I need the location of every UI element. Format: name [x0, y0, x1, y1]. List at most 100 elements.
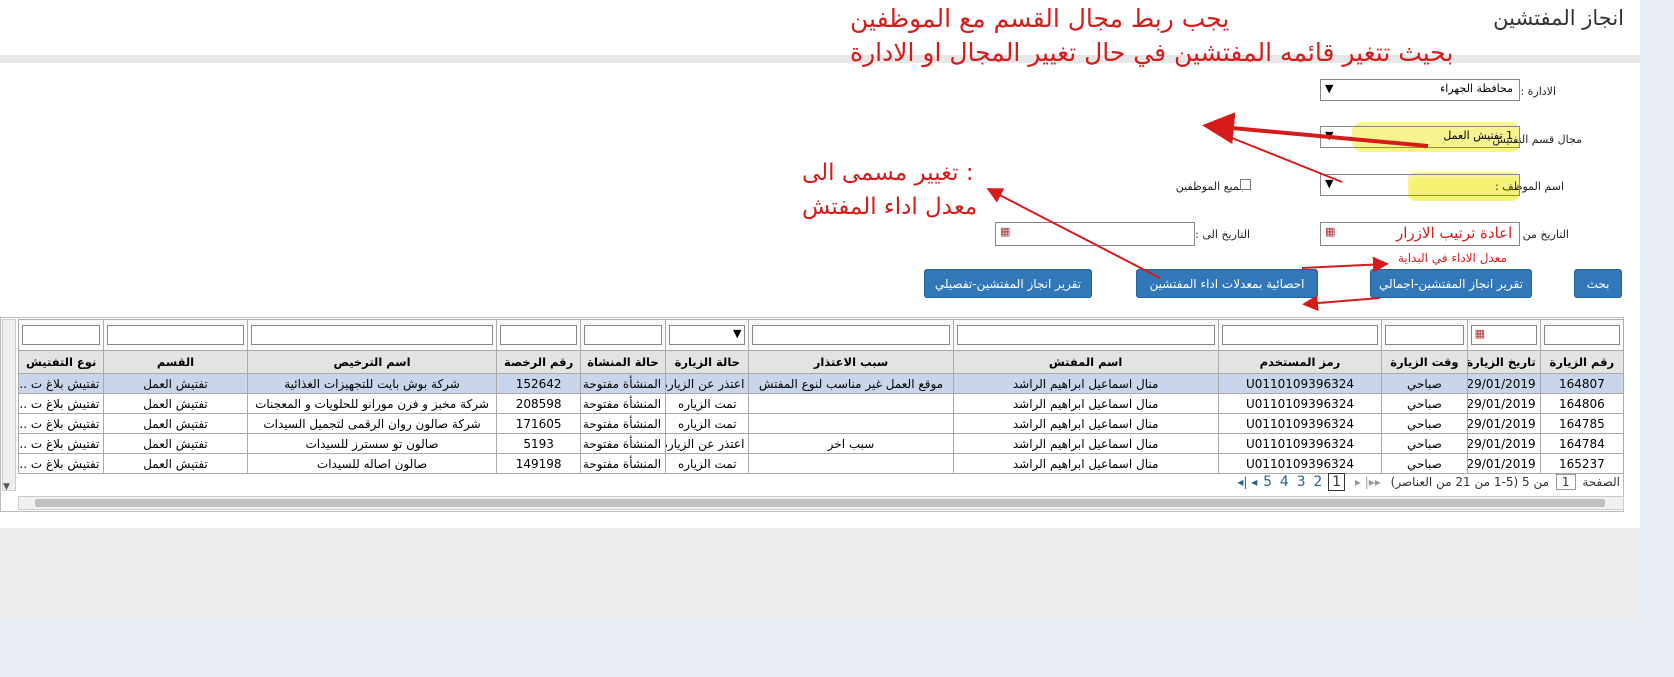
filter-cell[interactable]	[1539, 319, 1625, 351]
filter-cell[interactable]	[579, 319, 667, 351]
column-header[interactable]: تاريخ الزيارة	[1466, 350, 1541, 374]
filter-cell[interactable]	[748, 319, 954, 351]
filter-cell[interactable]	[103, 319, 248, 351]
column-header[interactable]: رقم الرخصة	[496, 350, 581, 374]
cell: تفتيش العمل	[103, 373, 248, 394]
cell: شركة مخبز و فرن مورانو للحلويات و المعجن…	[246, 393, 498, 414]
cell: 29/01/2019	[1466, 433, 1541, 454]
filter-cell[interactable]	[496, 319, 581, 351]
cell: U0110109396324	[1217, 393, 1383, 414]
cell: U0110109396324	[1217, 453, 1383, 474]
column-header[interactable]: حالة الزيارة	[665, 350, 750, 374]
cell: شركة بوش بايت للتجهيزات الغذائية	[246, 373, 498, 394]
cell	[748, 393, 954, 414]
cell: 171605	[496, 413, 581, 434]
cell: 29/01/2019	[1466, 413, 1541, 434]
cell: تفتيش العمل	[103, 393, 248, 414]
cell: شركة صالون روان الرقمى لتجميل السيدات	[246, 413, 498, 434]
horizontal-scrollbar[interactable]	[18, 496, 1624, 510]
next-page-icons[interactable]: ▸▸| ▸	[1355, 475, 1381, 489]
table-row[interactable]: 164807 29/01/2019 صباحي U0110109396324 منال …	[17, 373, 1625, 394]
column-header[interactable]: رقم الزيارة	[1539, 350, 1625, 374]
cell: تمت الزياره	[665, 413, 750, 434]
pager: الصفحة 1 من 5 (5-1 من 21 من العناصر) ▸▸|…	[1237, 473, 1620, 491]
filter-cell[interactable]	[1381, 319, 1468, 351]
cell: منال اسماعيل ابراهيم الراشد	[952, 393, 1219, 414]
page-link[interactable]: 4	[1280, 474, 1289, 490]
cell: 5193	[496, 433, 581, 454]
first-page-icons[interactable]: ◂ |◂	[1237, 475, 1257, 489]
column-header[interactable]: اسم الترخيص	[246, 350, 498, 374]
column-header[interactable]: وقت الزيارة	[1381, 350, 1468, 374]
filter-cell[interactable]	[1217, 319, 1383, 351]
cell: 208598	[496, 393, 581, 414]
cell	[748, 453, 954, 474]
cell: 29/01/2019	[1466, 393, 1541, 414]
scroll-down-icon[interactable]: ▼	[3, 482, 10, 492]
page-input[interactable]: 1	[1555, 474, 1576, 490]
column-header[interactable]: سبب الاعتذار	[748, 350, 954, 374]
filter-row: ▦ ▼	[17, 319, 1625, 351]
cell: تمت الزياره	[665, 453, 750, 474]
column-header[interactable]: نوع التفتيش	[17, 350, 105, 374]
filter-cell[interactable]: ▦	[1466, 319, 1541, 351]
cell: U0110109396324	[1217, 433, 1383, 454]
visits-table: ▦ ▼ رقم الزيارة تاريخ الزيارة وقت الزيار…	[17, 319, 1625, 474]
page-label: الصفحة	[1582, 475, 1620, 489]
header-row: رقم الزيارة تاريخ الزيارة وقت الزيارة رم…	[17, 350, 1625, 374]
scroll-thumb[interactable]	[35, 499, 1605, 507]
filter-cell[interactable]: ▼	[665, 319, 750, 351]
cell: 152642	[496, 373, 581, 394]
cell: منال اسماعيل ابراهيم الراشد	[952, 413, 1219, 434]
cell: المنشأة مفتوحة	[579, 453, 667, 474]
filter-cell[interactable]	[952, 319, 1219, 351]
table-row[interactable]: 164785 29/01/2019 صباحي U0110109396324 منال …	[17, 413, 1625, 434]
arrow-to-rename	[986, 188, 1161, 279]
vertical-scrollbar[interactable]	[2, 319, 16, 491]
cell: المنشأة مفتوحة	[579, 393, 667, 414]
cell: اعتذر عن الزياره	[665, 433, 750, 454]
cell: 29/01/2019	[1466, 373, 1541, 394]
arrow-reorder-2	[1302, 295, 1381, 312]
cell: صالون اصاله للسيدات	[246, 453, 498, 474]
cell: 149198	[496, 453, 581, 474]
cell	[748, 413, 954, 434]
cell: U0110109396324	[1217, 373, 1383, 394]
table-row[interactable]: 164806 29/01/2019 صباحي U0110109396324 منال …	[17, 393, 1625, 414]
table-row[interactable]: 165237 29/01/2019 صباحي U0110109396324 منال …	[17, 453, 1625, 474]
cell: 164807	[1539, 373, 1625, 394]
calendar-icon: ▦	[1474, 327, 1485, 340]
filter-cell[interactable]	[246, 319, 498, 351]
cell: تفتيش بلاغ ت ..	[17, 453, 105, 474]
cell: تفتيش بلاغ ت ..	[17, 373, 105, 394]
cell: سبب اخر	[748, 433, 954, 454]
cell: 164806	[1539, 393, 1625, 414]
cell: صباحي	[1381, 453, 1468, 474]
table-row[interactable]: 164784 29/01/2019 صباحي U0110109396324 منال …	[17, 433, 1625, 454]
chevron-down-icon: ▼	[732, 327, 742, 340]
cell: 165237	[1539, 453, 1625, 474]
cell: المنشأة مفتوحة	[579, 373, 667, 394]
cell: صباحي	[1381, 393, 1468, 414]
cell: تفتيش العمل	[103, 453, 248, 474]
cell: U0110109396324	[1217, 413, 1383, 434]
page-link[interactable]: 2	[1313, 474, 1322, 490]
cell: موقع العمل غير مناسب لنوع المفتش	[748, 373, 954, 394]
column-header[interactable]: القسم	[103, 350, 248, 374]
column-header[interactable]: اسم المفتش	[952, 350, 1219, 374]
current-page-link[interactable]: 1	[1328, 473, 1346, 491]
cell: المنشأة مفتوحة	[579, 433, 667, 454]
page-link[interactable]: 3	[1297, 474, 1306, 490]
column-header[interactable]: رمز المستخدم	[1217, 350, 1383, 374]
cell: صباحي	[1381, 433, 1468, 454]
cell: تفتيش العمل	[103, 413, 248, 434]
cell: صباحي	[1381, 373, 1468, 394]
cell: 29/01/2019	[1466, 453, 1541, 474]
cell: 164785	[1539, 413, 1625, 434]
filter-cell[interactable]	[17, 319, 105, 351]
cell: صباحي	[1381, 413, 1468, 434]
column-header[interactable]: حالة المنشاة	[579, 350, 667, 374]
page-link[interactable]: 5	[1263, 474, 1272, 490]
cell: 164784	[1539, 433, 1625, 454]
cell: المنشأة مفتوحة	[579, 413, 667, 434]
